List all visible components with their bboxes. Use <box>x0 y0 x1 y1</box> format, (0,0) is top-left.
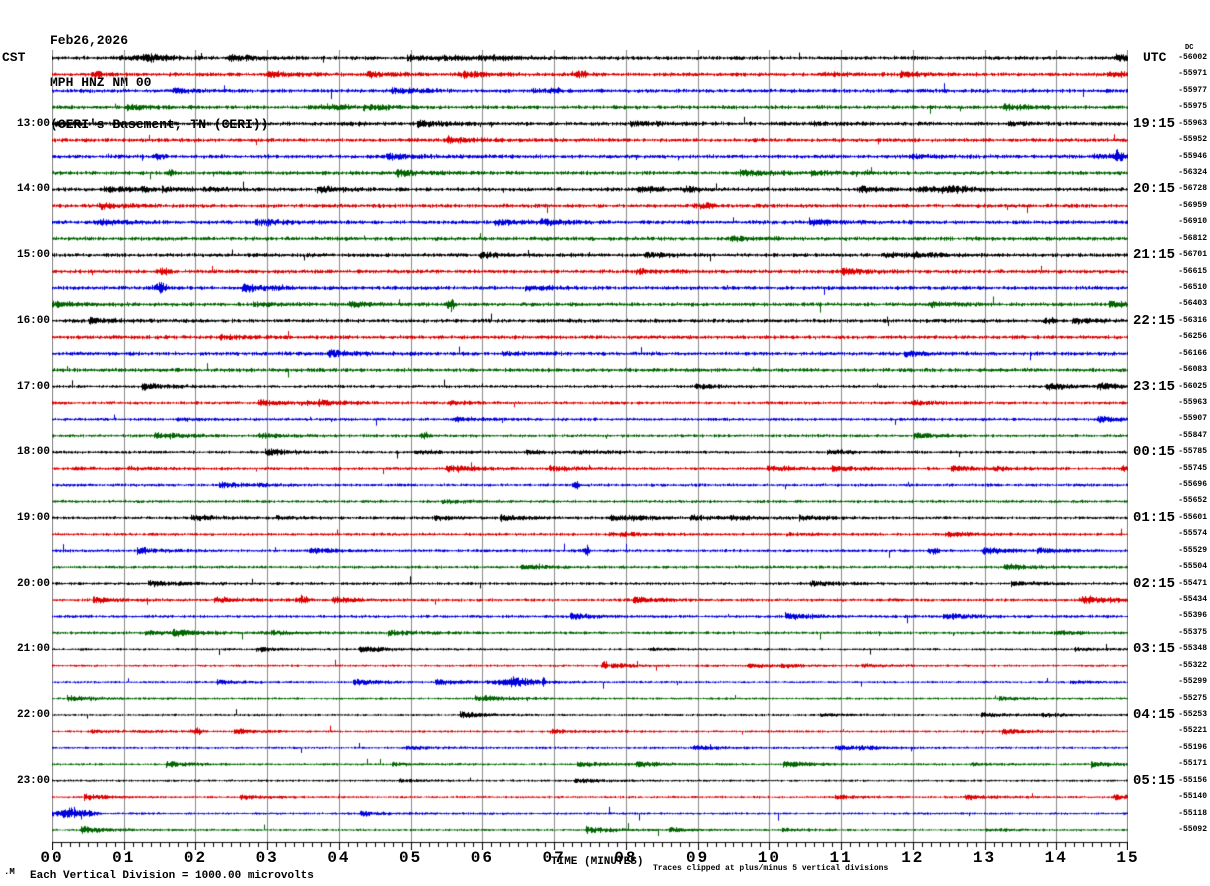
dc-offset-value: -56701 <box>1178 250 1207 260</box>
dc-offset-value: -55975 <box>1178 102 1207 112</box>
dc-offset-value: -55977 <box>1178 85 1207 95</box>
dc-offset-value: -56959 <box>1178 200 1207 210</box>
dc-offset-value: -55171 <box>1178 759 1207 769</box>
x-tick-label: 02 <box>183 849 208 867</box>
left-hour-label: 18:00 <box>16 446 50 459</box>
dc-offset-value: -55946 <box>1178 151 1207 161</box>
right-hour-label: 21:15 <box>1133 247 1176 264</box>
right-hour-label: 19:15 <box>1133 115 1176 132</box>
dc-offset-value: -55696 <box>1178 480 1207 490</box>
dc-offset-value: -55471 <box>1178 578 1207 588</box>
dc-offset-value: -55745 <box>1178 463 1207 473</box>
dc-offset-value: -55396 <box>1178 611 1207 621</box>
x-tick-label: 12 <box>901 849 925 867</box>
right-hour-label: 01:15 <box>1133 509 1176 526</box>
dc-offset-value: -55963 <box>1178 397 1207 407</box>
helicorder-page: Feb26,2026 MPH HNZ NM 00 (CERI's Basemen… <box>0 0 1210 886</box>
right-hour-label: 23:15 <box>1133 378 1176 395</box>
clip-note: Traces clipped at plus/minus 5 vertical … <box>653 864 889 873</box>
x-tick-label: 00 <box>40 849 64 867</box>
x-tick-label: 03 <box>255 849 279 867</box>
left-hour-label: 15:00 <box>16 249 50 262</box>
dc-offset-value: -56256 <box>1178 332 1207 342</box>
dc-offset-value: -55434 <box>1178 595 1207 605</box>
left-hour-label: 20:00 <box>16 577 50 590</box>
x-tick-label: 06 <box>470 849 494 867</box>
dc-offset-value: -55971 <box>1178 69 1207 79</box>
dc-offset-value: -56910 <box>1178 217 1207 227</box>
dc-offset-value: -56510 <box>1178 282 1207 292</box>
x-tick-label: 13 <box>972 849 997 867</box>
left-hour-label: 17:00 <box>16 380 50 393</box>
left-hour-label: 13:00 <box>16 117 50 130</box>
dc-offset-value: -56324 <box>1178 167 1207 177</box>
left-hour-label: 14:00 <box>16 183 50 196</box>
dc-offset-value: -55504 <box>1178 562 1207 572</box>
right-hour-label: 22:15 <box>1133 312 1176 329</box>
watermark: .M <box>4 867 15 877</box>
dc-offset-value: -55348 <box>1178 644 1207 654</box>
dc-offset-value: -55118 <box>1178 808 1207 818</box>
dc-offset-value: -55652 <box>1178 496 1207 506</box>
title-date: Feb26,2026 <box>50 33 129 48</box>
dc-offset-value: -55952 <box>1178 135 1207 145</box>
dc-offset-value: -55601 <box>1178 512 1207 522</box>
dc-offset-value: -55529 <box>1178 545 1207 555</box>
right-timezone-label: UTC <box>1143 50 1167 65</box>
dc-label: DC <box>1185 44 1194 52</box>
left-hour-label: 23:00 <box>16 774 50 787</box>
dc-offset-value: -56316 <box>1178 315 1207 325</box>
dc-offset-value: -56812 <box>1178 233 1207 243</box>
x-tick-label: 15 <box>1116 849 1140 867</box>
dc-offset-value: -55847 <box>1178 430 1207 440</box>
dc-offset-value: -55785 <box>1178 447 1207 457</box>
scale-note: Each Vertical Division = 1000.00 microvo… <box>30 870 314 882</box>
right-hour-label: 02:15 <box>1133 575 1176 592</box>
dc-offset-value: -56728 <box>1178 184 1207 194</box>
right-hour-label: 20:15 <box>1133 181 1176 198</box>
dc-offset-value: -56002 <box>1178 53 1207 62</box>
dc-offset-value: -55156 <box>1178 775 1207 785</box>
dc-offset-value: -55140 <box>1178 792 1207 802</box>
dc-offset-value: -56025 <box>1178 381 1207 391</box>
x-tick-label: 04 <box>327 849 351 867</box>
dc-offset-value: -55574 <box>1178 529 1207 539</box>
left-hour-label: 19:00 <box>16 511 50 524</box>
left-hour-label: 22:00 <box>16 709 50 721</box>
right-hour-label: 00:15 <box>1133 444 1176 461</box>
dc-offset-value: -55322 <box>1178 660 1207 670</box>
right-hour-label: 03:15 <box>1133 641 1176 658</box>
dc-offset-value: -56166 <box>1178 348 1207 358</box>
seismogram-plot <box>52 50 1128 850</box>
x-tick-label: 05 <box>399 849 423 867</box>
right-hour-label: 05:15 <box>1133 772 1176 789</box>
left-hour-label: 16:00 <box>16 314 50 327</box>
dc-offset-value: -55907 <box>1178 414 1207 424</box>
dc-offset-value: -56403 <box>1178 299 1207 309</box>
dc-offset-value: -55092 <box>1178 824 1207 834</box>
dc-offset-value: -56615 <box>1178 266 1207 276</box>
left-hour-label: 21:00 <box>16 643 50 656</box>
x-tick-label: 14 <box>1044 849 1068 867</box>
dc-offset-value: -55375 <box>1178 627 1207 637</box>
dc-offset-value: -55221 <box>1178 726 1207 736</box>
dc-offset-value: -55275 <box>1178 693 1207 703</box>
dc-offset-value: -55253 <box>1178 710 1207 719</box>
right-hour-label: 04:15 <box>1133 707 1176 723</box>
dc-offset-value: -55963 <box>1178 118 1207 128</box>
dc-offset-value: -56083 <box>1178 365 1207 375</box>
x-axis-title: TIME (MINUTES) <box>551 856 644 868</box>
dc-offset-value: -55299 <box>1178 677 1207 687</box>
left-timezone-label: CST <box>2 50 26 65</box>
dc-offset-value: -55196 <box>1178 742 1207 752</box>
x-tick-label: 01 <box>112 849 136 867</box>
